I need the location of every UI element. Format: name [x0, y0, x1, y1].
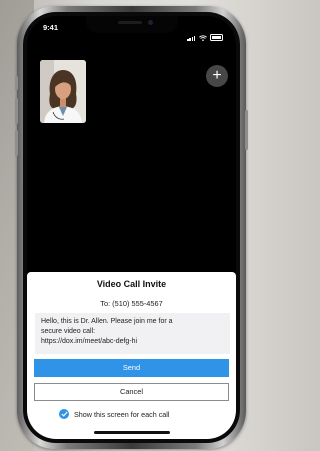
- notch: [85, 16, 178, 33]
- doctor-portrait-image: [40, 60, 86, 123]
- status-icons: [187, 23, 223, 41]
- front-camera: [147, 20, 153, 25]
- phone-bezel: 9:41 + Video Call Invite To: (510) 555-4…: [23, 12, 240, 443]
- power-button: [245, 110, 248, 150]
- invite-message-field[interactable]: Hello, this is Dr. Allen. Please join me…: [35, 313, 230, 354]
- home-indicator[interactable]: [93, 431, 170, 434]
- check-icon[interactable]: [59, 409, 69, 419]
- signal-icon: [187, 23, 196, 41]
- speaker-grille: [117, 21, 142, 24]
- phone-frame: 9:41 + Video Call Invite To: (510) 555-4…: [15, 6, 248, 449]
- phone-screen: 9:41 + Video Call Invite To: (510) 555-4…: [27, 16, 236, 439]
- plus-icon: +: [212, 67, 222, 84]
- mute-switch: [15, 76, 18, 90]
- doctor-avatar[interactable]: [40, 60, 86, 123]
- volume-down-button: [15, 130, 18, 156]
- sheet-title: Video Call Invite: [96, 279, 167, 289]
- status-time: 9:41: [43, 23, 59, 32]
- show-screen-label: Show this screen for each call: [74, 409, 170, 419]
- send-button[interactable]: Send: [34, 359, 229, 377]
- recipient-phone: To: (510) 555-4567: [100, 299, 163, 308]
- cancel-button[interactable]: Cancel: [34, 383, 229, 401]
- battery-icon: [210, 34, 223, 41]
- volume-up-button: [15, 98, 18, 124]
- video-call-invite-sheet: Video Call Invite To: (510) 555-4567 Hel…: [27, 272, 236, 439]
- wifi-icon: [199, 35, 207, 41]
- show-screen-toggle[interactable]: Show this screen for each call: [59, 409, 169, 419]
- add-participant-button[interactable]: +: [206, 65, 228, 87]
